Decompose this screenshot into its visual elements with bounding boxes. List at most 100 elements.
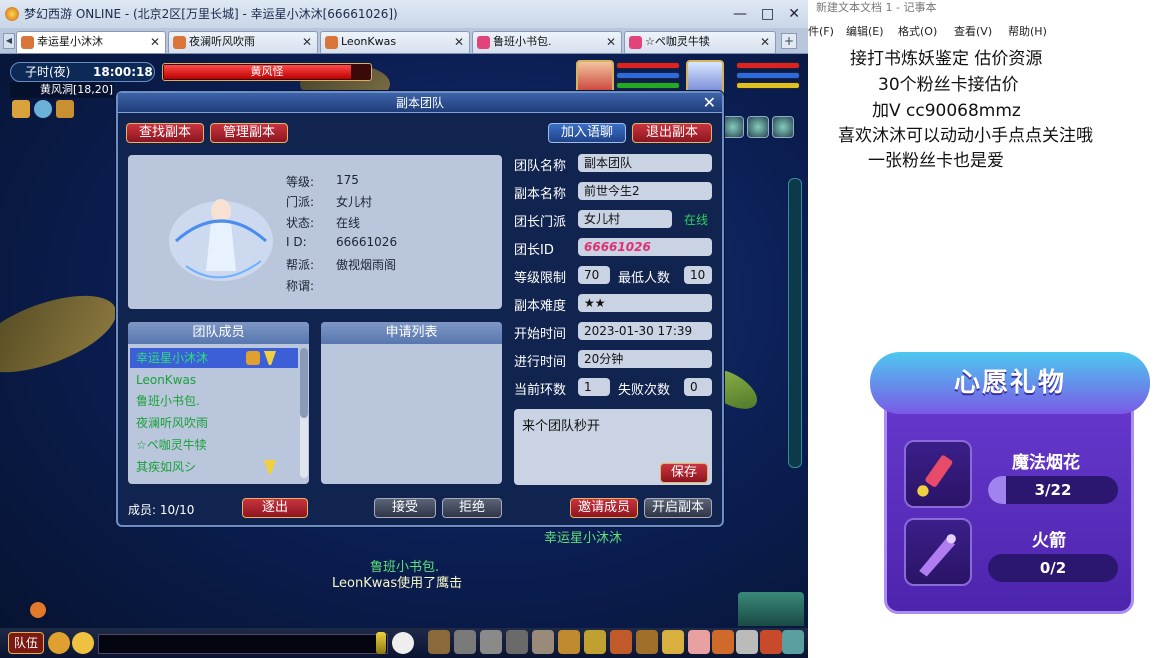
dialog-close-button[interactable]: ✕ — [703, 94, 716, 112]
find-dungeon-button[interactable]: 查找副本 — [126, 123, 204, 143]
tab-1[interactable]: 夜澜听风吹雨 ✕ — [168, 31, 318, 53]
tab-0[interactable]: 幸运星小沐沐 ✕ — [16, 31, 166, 53]
pavilion-icon[interactable] — [738, 592, 804, 626]
tab-4[interactable]: ☆ペ咖灵牛犊 ✕ — [624, 31, 776, 53]
guild-icon[interactable] — [610, 630, 632, 654]
chat-input[interactable] — [98, 634, 388, 654]
tab-3[interactable]: 鲁班小书包. ✕ — [472, 31, 622, 53]
fails-value: 0 — [684, 378, 712, 396]
chat-channel-slider[interactable] — [376, 632, 386, 654]
list-item[interactable]: 鲁班小书包. — [136, 391, 296, 411]
invite-member-button[interactable]: 邀请成员 — [570, 498, 638, 518]
trade-icon[interactable] — [506, 630, 528, 654]
char-guild-value: 傲视烟雨阁 — [336, 258, 397, 272]
difficulty-label: 副本难度 — [514, 299, 567, 314]
tab-2[interactable]: LeonKwas ✕ — [320, 31, 470, 53]
leave-dungeon-button[interactable]: 退出副本 — [632, 123, 712, 143]
team-button[interactable]: 队伍 — [8, 632, 44, 654]
tab-bar: ◀ 幸运星小沐沐 ✕ 夜澜听风吹雨 ✕ LeonKwas ✕ 鲁班小书包. ✕ ☆ペ咖灵… — [0, 28, 808, 54]
friend-icon[interactable] — [736, 630, 758, 654]
combat-message: LeonKwas使用了鹰击 — [332, 576, 463, 591]
start-time-value: 2023-01-30 17:39 — [578, 322, 712, 340]
reject-button[interactable]: 拒绝 — [442, 498, 502, 518]
list-item[interactable]: LeonKwas — [136, 370, 296, 390]
menu-view[interactable]: 查看(V) — [954, 22, 992, 42]
player-mp-bar — [616, 72, 680, 79]
list-item[interactable]: 其疾如风シ — [136, 457, 296, 477]
pet-icon[interactable] — [392, 632, 414, 654]
notepad-menubar: 件(F) 编辑(E) 格式(O) 查看(V) 帮助(H) — [808, 22, 1172, 42]
tab-close-icon[interactable]: ✕ — [606, 32, 616, 52]
join-voice-chat-button[interactable]: 加入语聊 — [548, 123, 626, 143]
side-scroll-panel[interactable] — [788, 178, 802, 468]
manage-dungeon-button[interactable]: 管理副本 — [210, 123, 288, 143]
tab-label: LeonKwas — [341, 35, 397, 48]
pet-menu-icon[interactable] — [558, 630, 580, 654]
attack-icon[interactable] — [428, 630, 450, 654]
mail-icon[interactable] — [782, 630, 804, 654]
give-icon[interactable] — [480, 630, 502, 654]
dungeon-team-dialog: 副本团队 ✕ 查找副本 管理副本 加入语聊 退出副本 等级: 175 门派: 女… — [116, 91, 724, 527]
skill-icon[interactable] — [636, 630, 658, 654]
member-count: 成员: 10/10 — [128, 503, 195, 517]
char-id-label: I D: — [286, 235, 307, 249]
start-dungeon-button[interactable]: 开启副本 — [644, 498, 712, 518]
time-period: 子时(夜) — [25, 65, 71, 79]
tab-close-icon[interactable]: ✕ — [302, 32, 312, 52]
min-people-label: 最低人数 — [618, 271, 671, 286]
menu-edit[interactable]: 编辑(E) — [846, 22, 884, 42]
leader-id-label: 团长ID — [514, 243, 554, 258]
list-item[interactable]: ☆ペ咖灵牛犊 — [136, 435, 296, 455]
leader-id-value: 66661026 — [578, 238, 712, 256]
notepad-title: 新建文本文档 1 - 记事本 — [816, 1, 937, 14]
menu-format[interactable]: 格式(O) — [898, 22, 937, 42]
system-gear-icon[interactable] — [760, 630, 782, 654]
tab-close-icon[interactable]: ✕ — [150, 32, 160, 52]
leader-school-value: 女儿村 — [578, 210, 672, 228]
save-button[interactable]: 保存 — [660, 463, 708, 483]
scrollbar-thumb[interactable] — [300, 348, 308, 418]
rocket-icon[interactable] — [904, 518, 972, 586]
list-item[interactable]: 幸运星小沐沐 — [130, 348, 298, 368]
book-icon[interactable] — [56, 100, 74, 118]
camera-icon[interactable] — [747, 116, 769, 138]
dungeon-name-value: 前世今生2 — [578, 182, 712, 200]
list-item[interactable]: 夜澜听风吹雨 — [136, 413, 296, 433]
tab-label: 幸运星小沐沐 — [37, 35, 103, 48]
emoji-icon[interactable] — [72, 632, 94, 654]
tab-scroll-left-icon[interactable]: ◀ — [3, 33, 15, 49]
globe-icon[interactable] — [34, 100, 52, 118]
menu-file[interactable]: 件(F) — [808, 22, 834, 42]
item-icon[interactable] — [454, 630, 476, 654]
task-icon[interactable] — [584, 630, 606, 654]
peach-icon[interactable] — [688, 630, 710, 654]
accept-button[interactable]: 接受 — [374, 498, 436, 518]
close-button[interactable]: ✕ — [788, 0, 800, 28]
bell-icon[interactable] — [662, 630, 684, 654]
new-tab-button[interactable]: + — [781, 33, 797, 49]
game-window: 梦幻西游 ONLINE - (北京2区[万里长城] - 幸运星小沐沐[66661… — [0, 0, 808, 658]
minimize-button[interactable]: — — [733, 0, 747, 28]
team-members-panel: 团队成员 幸运星小沐沐 LeonKwas 鲁班小书包. 夜澜听风吹雨 ☆ペ咖灵牛… — [128, 322, 309, 484]
char-school-value: 女儿村 — [336, 195, 373, 209]
team-icon[interactable] — [532, 630, 554, 654]
kick-button[interactable]: 逐出 — [242, 498, 308, 518]
tab-close-icon[interactable]: ✕ — [454, 32, 464, 52]
elapsed-label: 进行时间 — [514, 355, 567, 370]
members-scrollbar[interactable] — [300, 348, 308, 478]
firework-icon[interactable] — [904, 440, 972, 508]
round-label: 当前环数 — [514, 383, 567, 398]
microphone-icon[interactable] — [48, 632, 70, 654]
boss-hp-bar: 黄风怪 — [162, 63, 372, 81]
tab-label: 夜澜听风吹雨 — [189, 35, 255, 48]
leader-school-label: 团长门派 — [514, 215, 567, 230]
tab-close-icon[interactable]: ✕ — [760, 32, 770, 52]
fire-icon[interactable] — [30, 602, 46, 618]
menu-help[interactable]: 帮助(H) — [1008, 22, 1047, 42]
leaf-icon[interactable] — [772, 116, 794, 138]
rank-icon[interactable] — [712, 630, 734, 654]
map-icon[interactable] — [12, 100, 30, 118]
leader-badge-icon — [246, 351, 260, 365]
maximize-button[interactable]: □ — [761, 0, 774, 28]
settings-icon[interactable] — [722, 116, 744, 138]
